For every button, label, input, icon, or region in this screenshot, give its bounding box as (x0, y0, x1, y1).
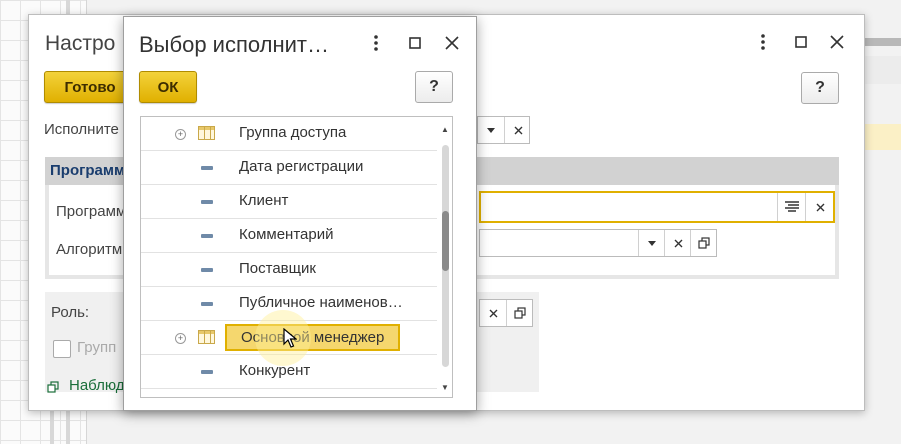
close-icon[interactable] (826, 31, 848, 53)
list-item-label: Основной менеджер (225, 324, 401, 351)
list-item-label: Публичное наименов… (239, 294, 403, 311)
attribute-icon (201, 234, 213, 238)
more-vertical-icon[interactable] (365, 32, 387, 54)
mouse-cursor-icon (283, 327, 298, 353)
clear-icon[interactable] (480, 300, 506, 326)
attribute-icon (201, 370, 213, 374)
close-icon[interactable] (441, 32, 463, 54)
list-item-label: Поставщик (239, 260, 316, 277)
list-item-label: Комментарий (239, 226, 334, 243)
maximize-icon[interactable] (790, 31, 812, 53)
observe-link[interactable]: Наблюд (69, 377, 125, 394)
expand-icon[interactable]: + (175, 129, 186, 140)
list-item-label: Дата регистрации (239, 158, 364, 175)
open-icon[interactable] (506, 300, 533, 326)
scroll-thumb[interactable] (442, 211, 449, 271)
text-align-icon[interactable] (777, 193, 806, 221)
program-label: Программ (56, 203, 127, 220)
help-button[interactable]: ? (801, 72, 839, 104)
list-item[interactable]: Клиент (141, 185, 437, 219)
attribute-icon (201, 166, 213, 170)
list-item-label: Клиент (239, 192, 289, 209)
attribute-icon (201, 200, 213, 204)
background-divider (50, 410, 54, 444)
more-vertical-icon[interactable] (752, 31, 774, 53)
role-label: Роль: (51, 304, 90, 321)
list-item[interactable]: Комментарий (141, 219, 437, 253)
table-icon (198, 330, 215, 344)
expand-icon[interactable]: + (175, 333, 186, 344)
help-button[interactable]: ? (415, 71, 453, 103)
table-icon (198, 126, 215, 140)
chevron-down-icon[interactable] (478, 117, 504, 143)
link-icon (47, 380, 59, 398)
clear-icon[interactable] (664, 230, 691, 256)
clear-icon[interactable] (504, 117, 531, 143)
attribute-icon (201, 268, 213, 272)
open-icon[interactable] (690, 230, 717, 256)
algorithm-label: Алгоритм (56, 241, 123, 258)
maximize-icon[interactable] (404, 32, 426, 54)
scroll-down-icon[interactable]: ▼ (438, 381, 452, 395)
executor-field[interactable] (477, 116, 530, 144)
clear-icon[interactable] (805, 193, 834, 221)
dialog-title: Настро (45, 32, 116, 55)
group-title: Программ (50, 162, 126, 179)
algorithm-field[interactable] (479, 229, 717, 257)
list-item[interactable]: Поставщик (141, 253, 437, 287)
group-checkbox[interactable] (53, 340, 71, 358)
list-item-label: Группа доступа (239, 124, 347, 141)
group-checkbox-label: Групп (77, 339, 117, 356)
role-field[interactable] (479, 299, 533, 327)
attribute-icon (201, 302, 213, 306)
executor-label: Исполните (44, 121, 119, 138)
chevron-down-icon[interactable] (638, 230, 665, 256)
list-item[interactable]: + Группа доступа (141, 117, 437, 151)
dialog-title: Выбор исполнит… (139, 32, 329, 57)
program-field[interactable] (479, 191, 835, 223)
vertical-scrollbar[interactable]: ▲ ▼ (438, 117, 452, 397)
list-item[interactable]: Дата регистрации (141, 151, 437, 185)
ok-button[interactable]: ОК (139, 71, 197, 103)
scroll-up-icon[interactable]: ▲ (438, 123, 452, 137)
